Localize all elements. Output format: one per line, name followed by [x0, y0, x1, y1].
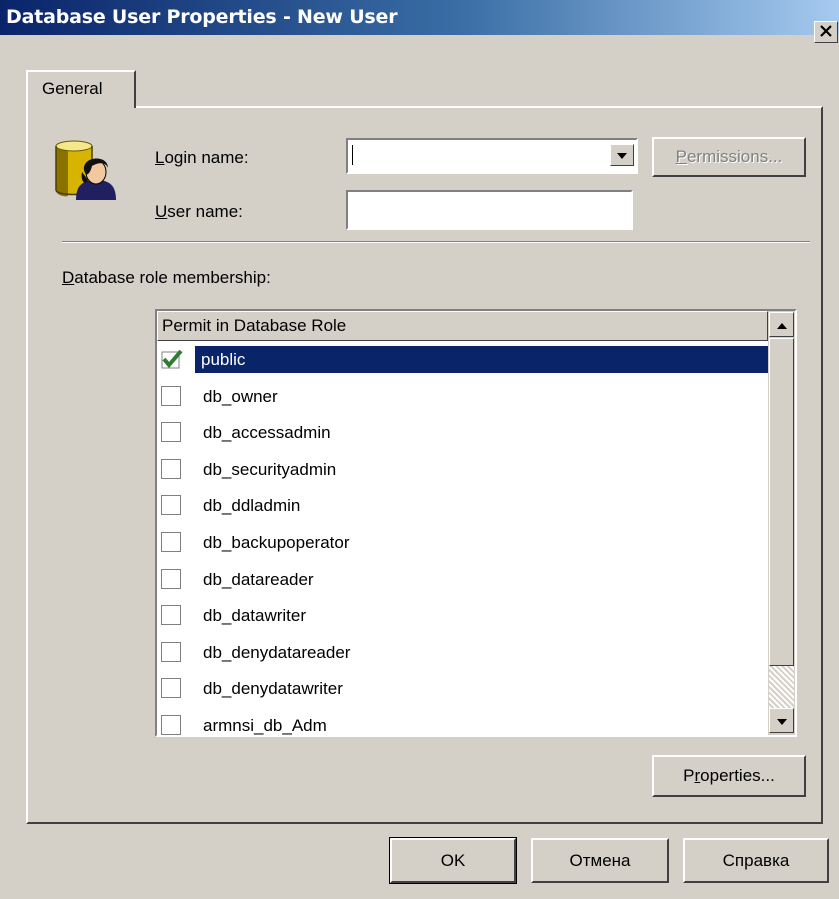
close-button[interactable]: [814, 21, 838, 43]
role-checkbox[interactable]: [161, 385, 181, 406]
help-button-label: Справка: [722, 850, 790, 870]
cancel-button[interactable]: Отмена: [531, 838, 669, 883]
list-item[interactable]: db_denydatawriter: [157, 670, 768, 707]
role-checkbox[interactable]: [161, 641, 181, 662]
column-header-label: Permit in Database Role: [162, 316, 347, 335]
list-item[interactable]: db_owner: [157, 378, 768, 415]
role-name: db_denydatareader: [203, 642, 351, 662]
role-name: db_ddladmin: [203, 496, 301, 516]
list-item[interactable]: db_securityadmin: [157, 451, 768, 488]
scroll-thumb[interactable]: [769, 338, 794, 666]
list-item[interactable]: db_backupoperator: [157, 524, 768, 561]
login-name-combobox[interactable]: [346, 138, 638, 174]
role-checkbox[interactable]: [161, 605, 181, 626]
column-header[interactable]: Permit in Database Role: [157, 311, 768, 341]
list-item[interactable]: public: [157, 341, 770, 378]
role-name: db_datawriter: [203, 606, 307, 626]
properties-button[interactable]: Properties...: [652, 755, 806, 797]
role-name: db_backupoperator: [203, 532, 350, 552]
arrow-up-icon: [776, 315, 788, 335]
role-list[interactable]: Permit in Database Role public db_ownerdb…: [155, 309, 797, 737]
role-name: db_denydatawriter: [203, 679, 343, 699]
role-name: db_datareader: [203, 569, 314, 589]
user-name-label: User name:: [155, 202, 243, 221]
list-item[interactable]: db_datareader: [157, 561, 768, 598]
scroll-up-button[interactable]: [769, 312, 794, 337]
tab-general-label: General: [42, 79, 103, 98]
database-user-icon: [52, 136, 124, 204]
help-button[interactable]: Справка: [683, 838, 829, 883]
list-item[interactable]: armnsi_db_Adm: [157, 707, 768, 735]
role-name: db_accessadmin: [203, 423, 331, 443]
scroll-down-button[interactable]: [769, 708, 794, 733]
role-checkbox[interactable]: [161, 422, 181, 443]
tab-general[interactable]: General: [26, 70, 136, 108]
role-checkbox[interactable]: [161, 495, 181, 516]
login-name-label: Login name:: [155, 148, 249, 167]
close-icon: [819, 22, 833, 42]
chevron-down-icon: [616, 145, 628, 165]
role-rows: public db_owner db_accessadmin db_securitya…: [157, 341, 770, 735]
list-item[interactable]: db_datawriter: [157, 597, 768, 634]
role-checkbox[interactable]: [161, 531, 181, 552]
user-name-input[interactable]: [346, 190, 633, 230]
checkmark-icon: [161, 349, 183, 369]
text-cursor: [352, 145, 353, 165]
role-checkbox[interactable]: [161, 458, 181, 479]
window-title: Database User Properties - New User: [6, 6, 398, 28]
login-name-dropdown-button[interactable]: [610, 144, 634, 166]
permissions-button[interactable]: Permissions...: [652, 137, 806, 177]
vertical-scrollbar[interactable]: [768, 311, 795, 735]
cancel-button-label: Отмена: [569, 850, 631, 870]
list-item[interactable]: db_ddladmin: [157, 487, 768, 524]
arrow-down-icon: [776, 711, 788, 731]
role-name: armnsi_db_Adm: [203, 715, 327, 735]
role-checkbox[interactable]: [161, 568, 181, 589]
role-checkbox[interactable]: [161, 714, 181, 735]
ok-button-label: OK: [440, 850, 466, 870]
role-checkbox[interactable]: [161, 678, 181, 699]
ok-button[interactable]: OK: [389, 837, 517, 884]
list-item[interactable]: db_accessadmin: [157, 414, 768, 451]
separator: [62, 241, 810, 243]
scroll-track[interactable]: [769, 666, 794, 708]
role-membership-label: Database role membership:: [62, 268, 271, 287]
role-name: db_owner: [203, 386, 278, 406]
role-name: db_securityadmin: [203, 459, 337, 479]
role-checkbox[interactable]: [161, 349, 183, 369]
role-name: public: [195, 346, 770, 373]
list-item[interactable]: db_denydatareader: [157, 634, 768, 671]
